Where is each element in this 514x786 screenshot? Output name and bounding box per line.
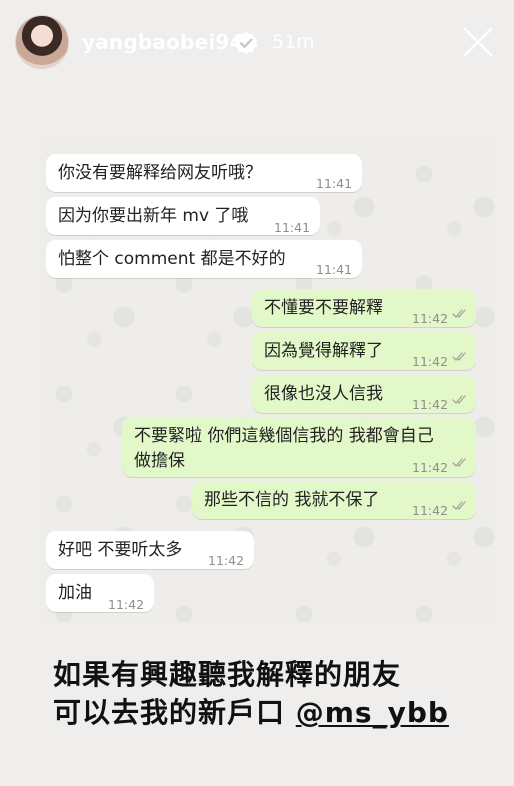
read-receipt-icon (452, 309, 466, 318)
username[interactable]: yangbaobei94 (82, 30, 244, 54)
avatar[interactable] (15, 15, 69, 69)
chat-message-outgoing: 不要緊啦 你們這幾個信我的 我都會自己 做擔保 11:42 (122, 417, 476, 477)
read-receipt-icon (452, 501, 466, 510)
chat-message-outgoing: 不懂要不要解釋 11:42 (252, 289, 476, 327)
chat-message-incoming: 加油 11:42 (46, 574, 154, 612)
message-time: 11:42 (412, 311, 449, 326)
message-text: 不懂要不要解釋 (264, 298, 383, 318)
message-text: 怕整个 comment 都是不好的 (58, 249, 286, 269)
message-text: 不要緊啦 你們這幾個信我的 我都會自己 做擔保 (134, 426, 434, 471)
read-receipt-icon (452, 352, 466, 361)
chat-message-outgoing: 那些不信的 我就不保了 11:42 (192, 481, 476, 519)
message-text: 很像也沒人信我 (264, 384, 383, 404)
message-text: 因为你要出新年 mv 了哦 (58, 206, 249, 226)
message-time: 11:42 (412, 460, 449, 475)
message-time: 11:42 (208, 553, 245, 568)
read-receipt-icon (452, 395, 466, 404)
account-mention-link[interactable]: @ms_ybb (296, 696, 449, 729)
story-header: yangbaobei94 51m (0, 0, 514, 86)
close-icon[interactable] (462, 26, 494, 58)
message-time: 11:41 (316, 262, 353, 277)
caption-line-2: 可以去我的新戶口 @ms_ybb (53, 694, 449, 732)
chat-message-incoming: 你没有要解释给网友听哦？ 11:41 (46, 154, 362, 192)
chat-message-incoming: 好吧 不要听太多 11:42 (46, 531, 254, 569)
caption-line-2-text: 可以去我的新戶口 (53, 696, 296, 729)
chat-message-outgoing: 因為覺得解釋了 11:42 (252, 332, 476, 370)
message-text: 那些不信的 我就不保了 (204, 490, 380, 510)
message-time: 11:42 (412, 354, 449, 369)
message-text: 加油 (58, 583, 92, 603)
verified-badge-icon (234, 31, 258, 55)
chat-message-outgoing: 很像也沒人信我 11:42 (252, 375, 476, 413)
caption-line-1: 如果有興趣聽我解釋的朋友 (53, 658, 402, 691)
story-caption: 如果有興趣聽我解釋的朋友 可以去我的新戶口 @ms_ybb (53, 656, 449, 732)
message-text: 因為覺得解釋了 (264, 341, 383, 361)
message-time: 11:42 (108, 597, 145, 612)
message-text: 你没有要解释给网友听哦？ (58, 163, 262, 183)
message-time: 11:41 (316, 176, 353, 191)
chat-message-incoming: 因为你要出新年 mv 了哦 11:41 (46, 197, 320, 235)
message-time: 11:42 (412, 503, 449, 518)
chat-screenshot: 你没有要解释给网友听哦？ 11:41 因为你要出新年 mv 了哦 11:41 怕… (40, 141, 496, 626)
read-receipt-icon (452, 458, 466, 467)
story-time-ago: 51m (272, 31, 315, 53)
message-time: 11:42 (412, 397, 449, 412)
message-time: 11:41 (274, 220, 311, 235)
message-text: 好吧 不要听太多 (58, 540, 183, 560)
chat-message-incoming: 怕整个 comment 都是不好的 11:41 (46, 240, 362, 278)
